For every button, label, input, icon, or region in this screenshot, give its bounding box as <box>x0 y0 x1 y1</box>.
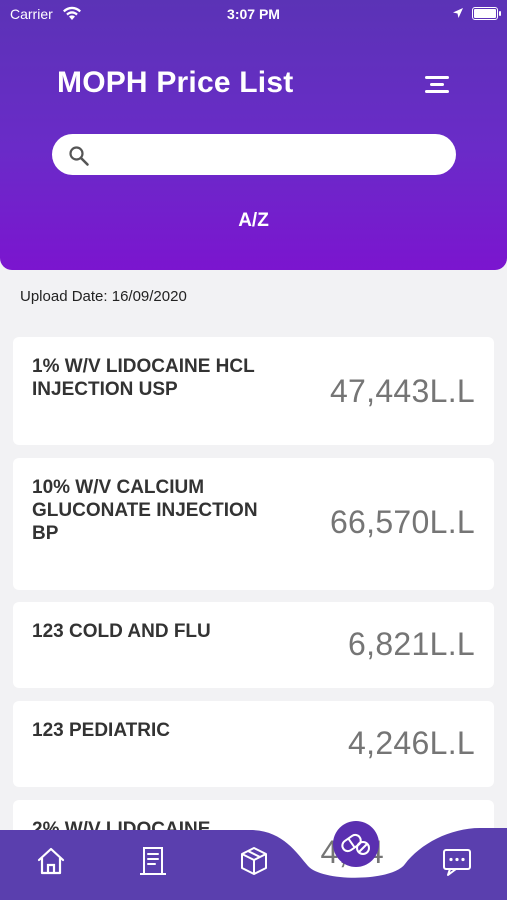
battery-icon <box>472 7 501 20</box>
status-bar: Carrier 3:07 PM <box>0 0 507 28</box>
list-item[interactable]: 123 PEDIATRIC 4,246L.L <box>13 701 494 787</box>
page-title: MOPH Price List <box>57 66 294 99</box>
upload-date: Upload Date: 16/09/2020 <box>20 288 187 305</box>
pills-nav-button[interactable] <box>333 821 379 867</box>
drug-name: 123 PEDIATRIC <box>32 720 170 741</box>
search-input[interactable] <box>100 141 440 168</box>
chat-icon[interactable] <box>440 844 474 878</box>
filter-menu-icon[interactable] <box>419 74 449 94</box>
status-time: 3:07 PM <box>227 6 280 22</box>
location-arrow-icon <box>453 8 463 18</box>
home-icon[interactable] <box>34 844 68 878</box>
search-icon <box>69 146 89 166</box>
bottom-navigation <box>0 826 507 900</box>
drug-price: 66,570L.L <box>329 504 475 540</box>
drug-name: 10% W/V CALCIUM GLUCONATE INJECTION BP <box>32 477 258 544</box>
receipt-icon[interactable] <box>136 844 170 878</box>
list-item[interactable]: 1% W/V LIDOCAINE HCL INJECTION USP 47,44… <box>13 337 494 445</box>
drug-price: 47,443L.L <box>329 373 475 409</box>
pills-icon <box>341 833 370 855</box>
list-item[interactable]: 123 COLD AND FLU 6,821L.L <box>13 602 494 688</box>
sort-az-button[interactable]: A/Z <box>0 210 507 232</box>
box-icon[interactable] <box>237 844 271 878</box>
list-item[interactable]: 10% W/V CALCIUM GLUCONATE INJECTION BP 6… <box>13 458 494 590</box>
drug-name: 1% W/V LIDOCAINE HCL INJECTION USP <box>32 356 255 400</box>
drug-price: 4,246L.L <box>348 725 475 761</box>
app-header: Carrier 3:07 PM MOPH Price List A/Z <box>0 0 507 270</box>
drug-name: 123 COLD AND FLU <box>32 621 211 642</box>
drug-price: 6,821L.L <box>348 626 475 662</box>
